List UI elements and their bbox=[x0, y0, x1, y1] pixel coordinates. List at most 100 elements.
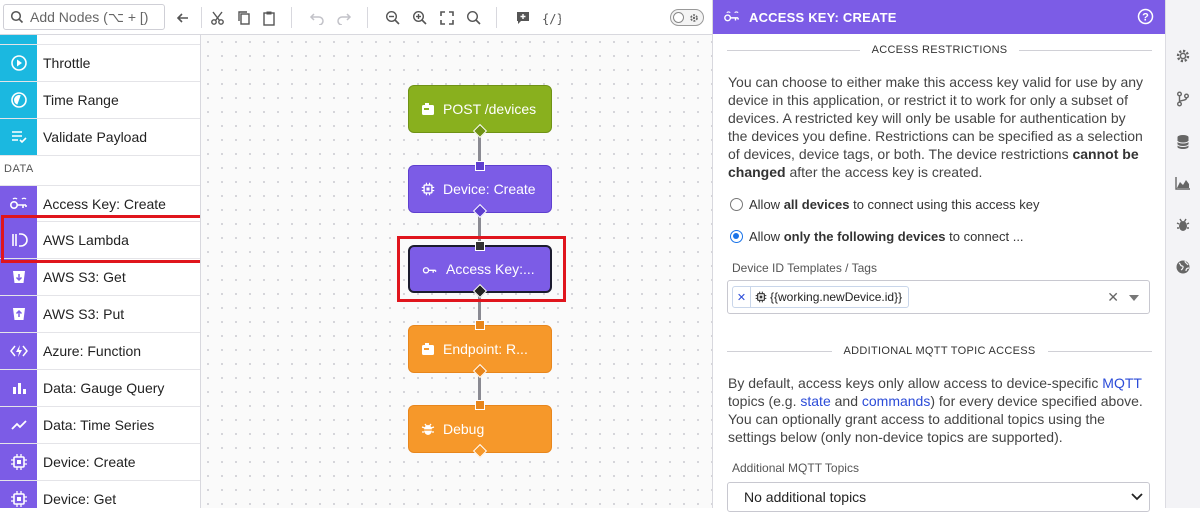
node-label: Endpoint: R... bbox=[443, 341, 528, 357]
settings-gear-icon[interactable] bbox=[1174, 47, 1192, 65]
node-label: POST /devices bbox=[443, 101, 537, 117]
device-tag-chip: ✕ {{working.newDevice.id}} bbox=[732, 286, 910, 308]
palette-item-label: Throttle bbox=[43, 55, 91, 71]
chevron-down-icon[interactable] bbox=[1129, 295, 1139, 301]
line-chart-icon bbox=[0, 407, 37, 443]
radio-allow-only-following[interactable]: Allow only the following devices to conn… bbox=[730, 229, 1024, 244]
zoom-out-button[interactable] bbox=[382, 7, 404, 29]
cut-button[interactable] bbox=[207, 7, 229, 29]
add-comment-button[interactable] bbox=[512, 7, 534, 29]
palette-item-device-get[interactable]: Device: Get bbox=[0, 481, 200, 508]
node-properties-panel: ACCESS KEY: CREATE ? ACCESS RESTRICTIONS… bbox=[712, 0, 1166, 512]
device-tag-value: {{working.newDevice.id}} bbox=[770, 290, 903, 304]
copy-icon bbox=[238, 11, 250, 25]
toolbar: Add Nodes (⌥ + [) {/} bbox=[0, 0, 712, 35]
palette-item-partial[interactable] bbox=[0, 35, 200, 45]
storage-database-icon[interactable] bbox=[1174, 133, 1192, 151]
radio-button-selected[interactable] bbox=[730, 230, 743, 243]
palette-item-label: Device: Create bbox=[43, 454, 136, 470]
panel-title: ACCESS KEY: CREATE bbox=[749, 9, 897, 25]
zoom-in-button[interactable] bbox=[409, 7, 431, 29]
section-mqtt-access: ADDITIONAL MQTT TOPIC ACCESS bbox=[727, 345, 1153, 357]
comment-add-icon bbox=[517, 12, 529, 24]
help-icon[interactable]: ? bbox=[1137, 8, 1154, 25]
palette-item-throttle[interactable]: Throttle bbox=[0, 45, 200, 82]
mqtt-topics-label: Additional MQTT Topics bbox=[732, 461, 859, 475]
clipboard-icon bbox=[263, 11, 275, 26]
palette-item-label: Access Key: Create bbox=[43, 195, 166, 212]
palette-item-data-gauge-query[interactable]: Data: Gauge Query bbox=[0, 370, 200, 407]
panel-header: ACCESS KEY: CREATE ? bbox=[713, 0, 1166, 34]
input-port[interactable] bbox=[475, 400, 485, 410]
chip-icon bbox=[755, 291, 767, 303]
endpoint-icon bbox=[422, 103, 434, 115]
zoom-out-icon bbox=[385, 10, 400, 25]
chip-icon bbox=[421, 182, 435, 196]
stats-chart-icon[interactable] bbox=[1174, 174, 1192, 192]
zoom-search-button[interactable] bbox=[463, 7, 485, 29]
palette-item-aws-s3-get[interactable]: AWS S3: Get bbox=[0, 259, 200, 296]
undo-button[interactable] bbox=[306, 7, 328, 29]
commands-link[interactable]: commands bbox=[862, 393, 930, 409]
palette-item-device-create[interactable]: Device: Create bbox=[0, 444, 200, 481]
bug-icon bbox=[421, 423, 435, 435]
aws-s3-icon bbox=[0, 259, 37, 295]
chip-icon bbox=[0, 481, 37, 508]
right-sidebar bbox=[1165, 0, 1200, 508]
palette-item-label: Azure: Function bbox=[43, 343, 142, 359]
section-header-data: DATA bbox=[4, 163, 34, 175]
input-port[interactable] bbox=[475, 320, 485, 330]
device-templates-label: Device ID Templates / Tags bbox=[732, 261, 877, 275]
palette-item-validate-payload[interactable]: Validate Payload bbox=[0, 119, 200, 156]
mqtt-description: By default, access keys only allow acces… bbox=[728, 375, 1143, 445]
azure-function-icon bbox=[0, 333, 37, 369]
palette-item-azure-function[interactable]: Azure: Function bbox=[0, 333, 200, 370]
mqtt-link[interactable]: MQTT bbox=[1102, 375, 1141, 391]
search-placeholder: Add Nodes (⌥ + [) bbox=[30, 8, 149, 25]
palette-item-label: AWS S3: Put bbox=[43, 306, 125, 322]
device-templates-select[interactable]: ✕ {{working.newDevice.id}} ✕ bbox=[727, 280, 1150, 314]
section-access-restrictions: ACCESS RESTRICTIONS bbox=[727, 44, 1153, 56]
radio-allow-all-devices[interactable]: Allow all devices to connect using this … bbox=[730, 197, 1040, 212]
palette-item-label: AWS S3: Get bbox=[43, 269, 126, 285]
payload-button[interactable]: {/} bbox=[540, 7, 562, 29]
throttle-icon bbox=[0, 45, 37, 81]
radio-button[interactable] bbox=[730, 198, 743, 211]
workflow-canvas[interactable]: POST /devices Device: Create Access Key:… bbox=[201, 35, 712, 508]
scissors-icon bbox=[211, 11, 224, 25]
radio-label: Allow all devices to connect using this … bbox=[749, 197, 1040, 212]
globe-icon[interactable] bbox=[1174, 258, 1192, 276]
node-palette: Throttle Time Range Validate Payload DAT… bbox=[0, 35, 201, 508]
expand-icon bbox=[440, 11, 454, 25]
radio-label: Allow only the following devices to conn… bbox=[749, 229, 1024, 244]
palette-item-aws-s3-put[interactable]: AWS S3: Put bbox=[0, 296, 200, 333]
bar-chart-icon bbox=[0, 370, 37, 406]
clear-icon[interactable]: ✕ bbox=[1107, 289, 1119, 306]
collapse-palette-button[interactable] bbox=[172, 7, 194, 29]
palette-item-data-time-series[interactable]: Data: Time Series bbox=[0, 407, 200, 444]
access-key-icon bbox=[724, 11, 739, 22]
copy-button[interactable] bbox=[233, 7, 255, 29]
palette-item-label: Validate Payload bbox=[43, 129, 148, 145]
redo-button[interactable] bbox=[333, 7, 355, 29]
redo-icon bbox=[337, 13, 352, 25]
palette-item-time-range[interactable]: Time Range bbox=[0, 82, 200, 119]
fit-view-button[interactable] bbox=[436, 7, 458, 29]
paste-button[interactable] bbox=[258, 7, 280, 29]
version-branch-icon[interactable] bbox=[1174, 90, 1192, 108]
aws-s3-icon bbox=[0, 296, 37, 332]
svg-text:?: ? bbox=[1142, 12, 1149, 24]
input-port[interactable] bbox=[475, 161, 485, 171]
debug-bug-icon[interactable] bbox=[1174, 216, 1192, 234]
highlight-box-node bbox=[397, 236, 566, 302]
palette-item-label: Time Range bbox=[43, 92, 119, 108]
time-range-icon bbox=[0, 82, 37, 118]
remove-tag-icon[interactable]: ✕ bbox=[733, 287, 751, 307]
state-link[interactable]: state bbox=[800, 393, 830, 409]
palette-item-label: Data: Time Series bbox=[43, 417, 155, 433]
arrow-left-icon bbox=[176, 13, 188, 23]
restrictions-description: You can choose to either make this acces… bbox=[728, 74, 1144, 180]
undo-icon bbox=[309, 13, 324, 25]
add-nodes-search[interactable]: Add Nodes (⌥ + [) bbox=[3, 4, 165, 30]
debug-toggle[interactable] bbox=[670, 9, 704, 26]
